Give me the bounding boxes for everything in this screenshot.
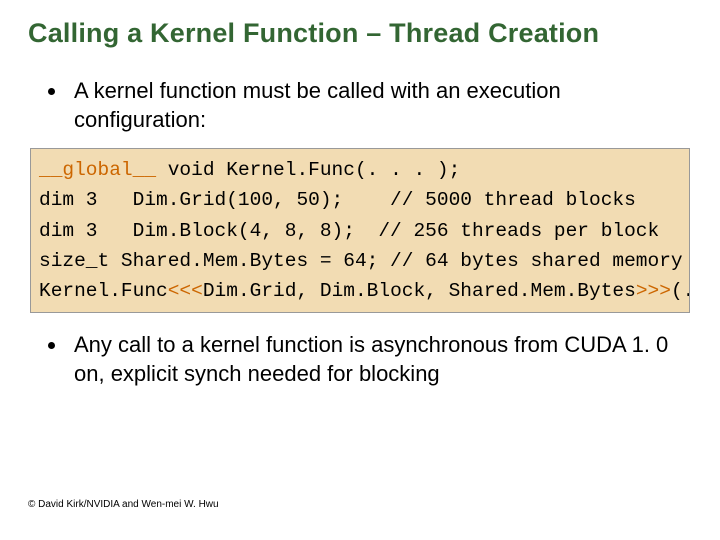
slide: Calling a Kernel Function – Thread Creat… <box>0 0 720 540</box>
code-line-3: dim 3 Dim.Block(4, 8, 8); // 256 threads… <box>39 220 659 242</box>
code-line-5-post: (. . . ); <box>671 280 690 302</box>
slide-title: Calling a Kernel Function – Thread Creat… <box>28 18 692 49</box>
code-line-2: dim 3 Dim.Grid(100, 50); // 5000 thread … <box>39 189 636 211</box>
code-chevron-open: <<< <box>168 280 203 302</box>
bullet-2: Any call to a kernel function is asynchr… <box>68 331 692 388</box>
code-block: __global__ void Kernel.Func(. . . ); dim… <box>30 148 690 313</box>
code-line-5-args: Dim.Grid, Dim.Block, Shared.Mem.Bytes <box>203 280 636 302</box>
code-line-1-rest: void Kernel.Func(. . . ); <box>156 159 460 181</box>
code-line-4: size_t Shared.Mem.Bytes = 64; // 64 byte… <box>39 250 683 272</box>
code-keyword-global: __global__ <box>39 159 156 181</box>
bullet-list-top: A kernel function must be called with an… <box>28 77 692 134</box>
code-line-5-pre: Kernel.Func <box>39 280 168 302</box>
bullet-list-bottom: Any call to a kernel function is asynchr… <box>28 331 692 388</box>
copyright-footer: © David Kirk/NVIDIA and Wen-mei W. Hwu <box>28 499 219 510</box>
bullet-1: A kernel function must be called with an… <box>68 77 692 134</box>
code-chevron-close: >>> <box>636 280 671 302</box>
